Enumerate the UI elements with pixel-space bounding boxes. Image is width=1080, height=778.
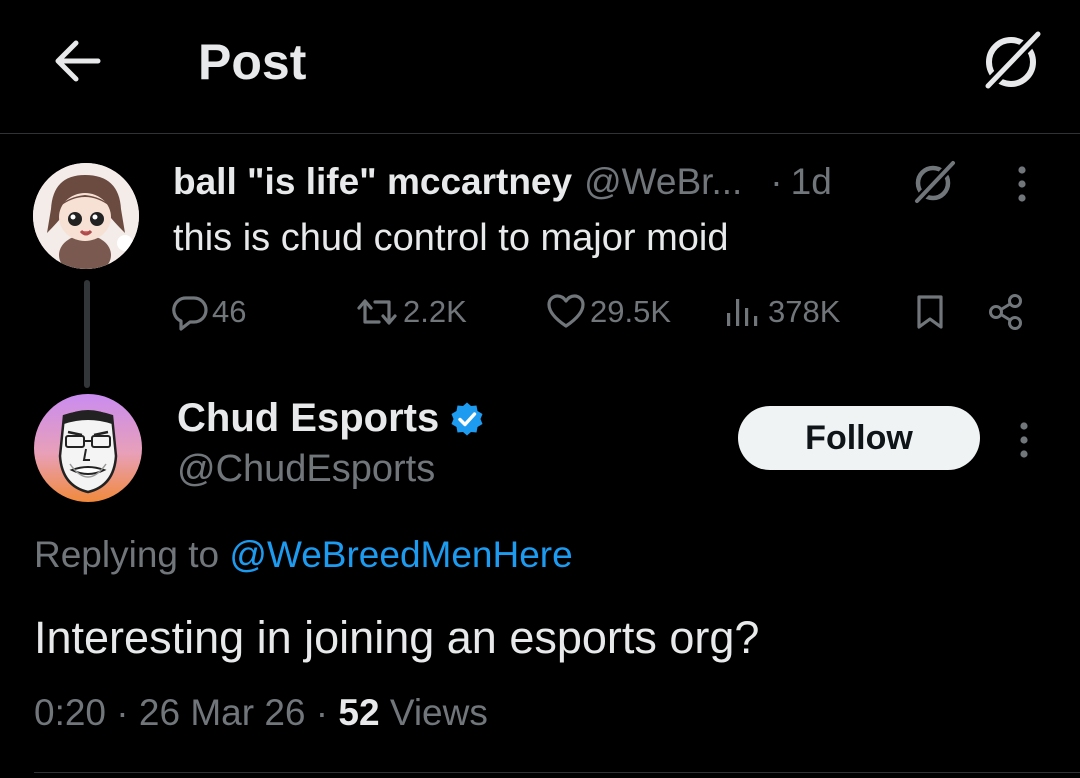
- views-icon: [727, 299, 758, 326]
- user-handle[interactable]: @ChudEsports: [177, 448, 435, 491]
- tweet-views-count: 52: [338, 692, 380, 733]
- user-handle[interactable]: @WeBr...: [584, 161, 742, 203]
- verified-badge-icon: [451, 402, 483, 435]
- thread-line: [84, 280, 90, 388]
- replying-to-line: Replying to @WeBreedMenHere: [34, 534, 573, 576]
- views-button[interactable]: 378K: [724, 292, 840, 332]
- bookmark-button[interactable]: [912, 292, 952, 332]
- main-tweet-text: Interesting in joining an esports org?: [34, 612, 760, 663]
- like-icon: [547, 294, 585, 328]
- chud-face-avatar-image: [34, 394, 142, 502]
- main-tweet-name-row: Chud Esports: [177, 396, 485, 441]
- replying-to-link[interactable]: @WeBreedMenHere: [229, 534, 572, 575]
- more-icon: [1018, 166, 1026, 202]
- parent-more-button[interactable]: [1010, 164, 1034, 204]
- avatar[interactable]: [33, 163, 139, 269]
- tweet-time[interactable]: 0:20: [34, 692, 106, 733]
- follow-button[interactable]: Follow: [738, 406, 980, 470]
- meta-separator: ·: [106, 692, 139, 733]
- tweet-views-label: Views: [379, 692, 488, 733]
- repost-button[interactable]: 2.2K: [355, 292, 467, 332]
- parent-tweet-header: ball "is life" mccartney @WeBr... · 1d: [173, 154, 832, 210]
- share-button[interactable]: [986, 292, 1030, 332]
- like-count: 29.5K: [590, 294, 672, 329]
- more-icon: [1020, 422, 1028, 458]
- header-divider: [0, 133, 1080, 134]
- avatar[interactable]: [34, 394, 142, 502]
- share-icon: [989, 294, 1022, 330]
- back-button[interactable]: [50, 34, 104, 88]
- grok-icon: [912, 158, 958, 204]
- views-count: 378K: [768, 294, 841, 329]
- tweet-meta: 0:20 · 26 Mar 26 · 52 Views: [34, 692, 488, 734]
- parent-tweet-text: this is chud control to major moid: [173, 217, 729, 259]
- display-name[interactable]: ball "is life" mccartney: [173, 161, 572, 203]
- parent-grok-button[interactable]: [910, 158, 958, 204]
- repost-count: 2.2K: [403, 294, 467, 329]
- grok-button[interactable]: [978, 28, 1048, 92]
- bottom-divider: [34, 772, 1080, 773]
- timestamp[interactable]: 1d: [791, 161, 832, 203]
- repost-icon: [357, 299, 397, 325]
- anime-dog-girl-avatar-image: [33, 163, 139, 269]
- page-title: Post: [198, 34, 307, 90]
- meta-separator: ·: [305, 692, 339, 733]
- replying-to-prefix: Replying to: [34, 534, 230, 575]
- grok-icon: [981, 28, 1045, 92]
- display-name[interactable]: Chud Esports: [177, 396, 439, 441]
- reply-icon: [172, 296, 208, 331]
- arrow-left-icon: [55, 40, 101, 82]
- reply-button[interactable]: 46: [172, 292, 246, 332]
- main-more-button[interactable]: [1012, 420, 1036, 460]
- bookmark-icon: [917, 295, 943, 329]
- tweet-date[interactable]: 26 Mar 26: [139, 692, 306, 733]
- separator-dot: ·: [770, 161, 783, 202]
- reply-count: 46: [212, 294, 247, 329]
- like-button[interactable]: 29.5K: [546, 292, 671, 332]
